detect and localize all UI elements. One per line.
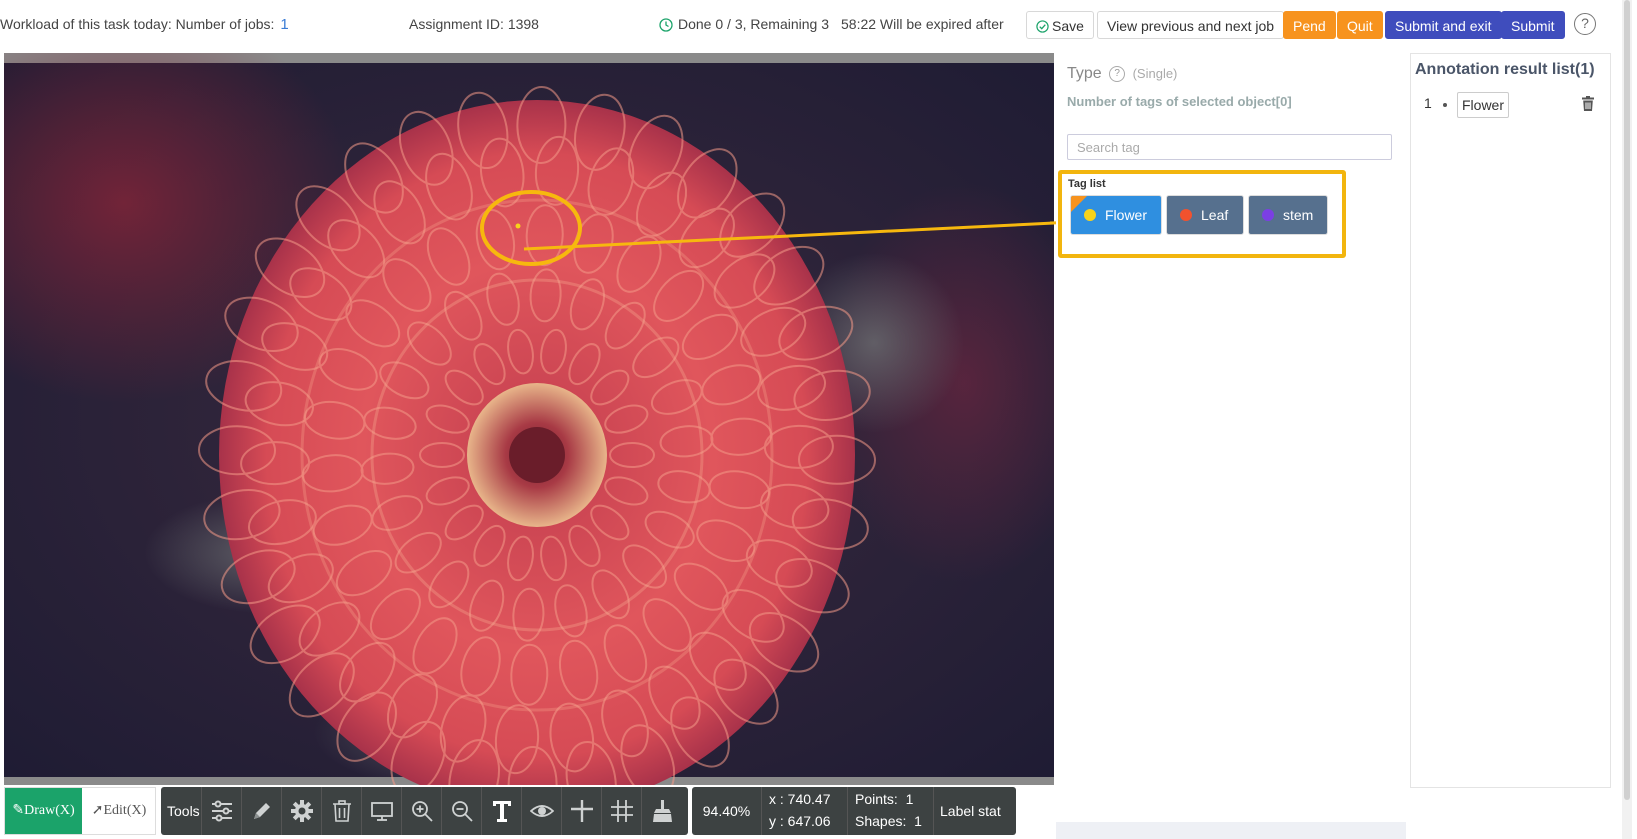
x-coordinate: x : 740.47 — [769, 791, 831, 807]
eye-icon[interactable] — [521, 787, 561, 835]
check-circle-icon — [1036, 20, 1049, 33]
coordinate-readout: x : 740.47 y : 647.06 — [769, 787, 849, 835]
annotation-canvas[interactable] — [4, 53, 1054, 785]
view-prev-next-button[interactable]: View previous and next job — [1097, 11, 1285, 39]
submit-and-exit-button[interactable]: Submit and exit — [1385, 11, 1502, 39]
workload-label: Workload of this task today: Number of j… — [0, 16, 275, 32]
tools-bar: Tools — [161, 787, 688, 835]
assignment-id: Assignment ID: 1398 — [409, 16, 539, 32]
annotation-result-list: Annotation result list(1) 1 Flower — [1410, 53, 1611, 788]
tools-label: Tools — [167, 803, 200, 819]
y-coordinate: y : 647.06 — [769, 813, 831, 829]
selected-tag-count: Number of tags of selected object[0] — [1067, 94, 1292, 109]
type-heading: Type ? (Single) — [1067, 65, 1177, 83]
workload-count: 1 — [280, 16, 289, 33]
help-icon[interactable]: ? — [1574, 13, 1596, 35]
flower-image[interactable] — [4, 53, 1054, 785]
top-bar: Workload of this task today: Number of j… — [0, 0, 1637, 50]
type-label: Type — [1067, 65, 1102, 82]
gear-icon[interactable] — [281, 787, 321, 835]
tag-label: Flower — [1105, 207, 1148, 223]
shapes-count: Shapes: 1 — [855, 813, 922, 829]
progress-text: Done 0 / 3, Remaining 3 — [678, 16, 829, 32]
tag-leaf[interactable]: Leaf — [1167, 196, 1243, 234]
save-label: Save — [1052, 18, 1084, 34]
search-tag-input[interactable] — [1067, 134, 1392, 160]
tag-label: Leaf — [1201, 207, 1229, 223]
cursor-icon: ➚ — [91, 803, 104, 818]
tag-color-dot — [1084, 209, 1096, 221]
zoom-in-icon[interactable] — [401, 787, 441, 835]
tag-stem[interactable]: stem — [1249, 196, 1327, 234]
page-scrollbar[interactable] — [1622, 0, 1632, 839]
question-icon[interactable]: ? — [1109, 66, 1126, 82]
delete-icon[interactable] — [1582, 96, 1594, 111]
timer-icon — [659, 18, 673, 32]
type-mode: (Single) — [1132, 66, 1178, 81]
bullet-icon — [1443, 103, 1447, 107]
pencil-icon[interactable] — [241, 787, 281, 835]
trash-icon[interactable] — [321, 787, 361, 835]
edit-label: Edit(X) — [103, 803, 147, 818]
mode-switch: ✎Draw(X) ➚Edit(X) — [4, 787, 156, 835]
status-bar: 94.40% x : 740.47 y : 647.06 Points: 1 S… — [692, 787, 1016, 835]
draw-label: Draw(X) — [24, 803, 75, 818]
zoom-out-icon[interactable] — [441, 787, 481, 835]
zoom-level: 94.40% — [702, 803, 751, 819]
label-stat-button[interactable]: Label stat — [940, 787, 1016, 835]
tag-flower[interactable]: Flower — [1071, 196, 1161, 234]
text-icon[interactable] — [481, 787, 521, 835]
progress-status: Done 0 / 3, Remaining 3 — [659, 16, 829, 32]
broom-icon[interactable] — [641, 787, 681, 835]
divider — [933, 787, 934, 835]
edit-mode-button[interactable]: ➚Edit(X) — [83, 788, 155, 834]
tag-list-label: Tag list — [1068, 178, 1106, 190]
points-count: Points: 1 — [855, 791, 914, 807]
scrollbar-thumb[interactable] — [1624, 0, 1630, 800]
shape-counts: Points: 1 Shapes: 1 — [855, 787, 935, 835]
submit-button[interactable]: Submit — [1501, 11, 1565, 39]
sliders-icon[interactable] — [201, 787, 241, 835]
expire-text: 58:22 Will be expired after — [841, 16, 1004, 32]
workload-info: Workload of this task today: Number of j… — [0, 16, 289, 33]
side-panel-footer — [1056, 822, 1406, 839]
grid-icon[interactable] — [601, 787, 641, 835]
result-list-title: Annotation result list(1) — [1415, 61, 1595, 78]
pend-button[interactable]: Pend — [1283, 11, 1336, 39]
draw-mode-button[interactable]: ✎Draw(X) — [5, 788, 82, 834]
crosshair-icon[interactable] — [561, 787, 601, 835]
tag-panel: Type ? (Single) Number of tags of select… — [1056, 53, 1404, 822]
monitor-icon[interactable] — [361, 787, 401, 835]
result-label[interactable]: Flower — [1457, 92, 1510, 118]
quit-button[interactable]: Quit — [1337, 11, 1383, 39]
result-index: 1 — [1424, 95, 1432, 111]
selected-corner-icon — [1071, 196, 1087, 212]
save-button[interactable]: Save — [1026, 11, 1094, 39]
divider — [847, 787, 848, 835]
tag-label: stem — [1283, 207, 1314, 223]
tag-color-dot — [1180, 209, 1192, 221]
tag-color-dot — [1262, 209, 1274, 221]
divider — [761, 787, 762, 835]
pencil-small-icon: ✎ — [12, 803, 25, 818]
